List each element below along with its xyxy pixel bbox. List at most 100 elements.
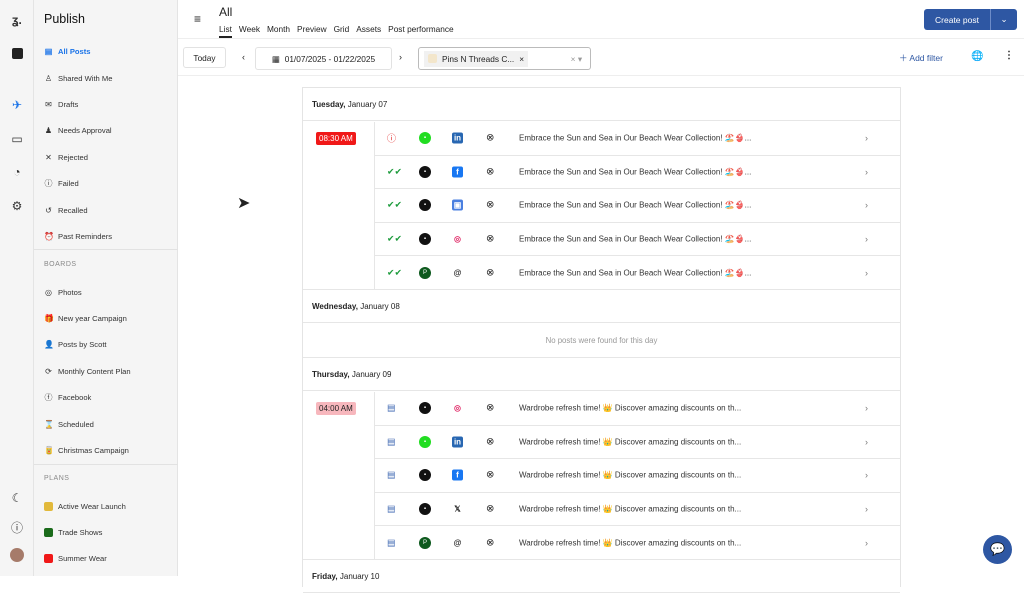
publish-sidebar: Publish ▤All Posts♙Shared With Me✉Drafts… (34, 0, 178, 576)
tab-grid[interactable]: Grid (334, 24, 350, 38)
tab-week[interactable]: Week (239, 24, 260, 38)
post-row[interactable]: ✔✔ P @ ⊗ Embrace the Sun and Sea in Our … (375, 256, 900, 290)
board-icon: 🥫 (44, 446, 53, 455)
chevron-right-icon[interactable]: › (865, 234, 868, 244)
plan-item[interactable]: Trade Shows (44, 525, 102, 539)
tab-month[interactable]: Month (267, 24, 290, 38)
sidebar-item[interactable]: ♙Shared With Me (44, 71, 112, 85)
post-row[interactable]: ✔✔ ▪ f ⊗ Embrace the Sun and Sea in Our … (375, 156, 900, 190)
day-header: Tuesday, January 07 (303, 88, 900, 121)
media-icon: ⊗ (486, 537, 494, 548)
sidebar-item-icon: ⓘ (44, 178, 53, 189)
create-post-label[interactable]: Create post (924, 9, 991, 30)
chevron-right-icon[interactable]: › (865, 538, 868, 548)
board-label: New year Campaign (58, 314, 127, 323)
plan-color-swatch (44, 502, 53, 511)
remove-chip-icon[interactable]: × (519, 54, 524, 64)
add-filter-label[interactable]: Add filter (909, 53, 943, 63)
chevron-right-icon[interactable]: › (865, 470, 868, 480)
globe-icon[interactable]: 🌐 (971, 51, 983, 62)
chat-support-button[interactable]: 💬 (983, 535, 1012, 564)
account-avatar: ▪ (419, 436, 431, 448)
settings-icon[interactable]: ⚙ (9, 198, 25, 214)
sidebar-item[interactable]: ✕Rejected (44, 150, 88, 164)
menu-icon[interactable]: ≡ (194, 12, 201, 26)
chevron-right-icon[interactable]: › (865, 167, 868, 177)
post-text: Wardrobe refresh time! 👑 Discover amazin… (519, 505, 741, 514)
post-row[interactable]: ▤ ▪ in ⊗ Wardrobe refresh time! 👑 Discov… (375, 426, 900, 460)
logo-icon[interactable]: ʓ. (9, 12, 25, 28)
tab-list[interactable]: List (219, 24, 232, 38)
board-item[interactable]: ◎Photos (44, 285, 82, 299)
post-row[interactable]: ▤ ▪ f ⊗ Wardrobe refresh time! 👑 Discove… (375, 459, 900, 493)
sidebar-item[interactable]: ⏰Past Reminders (44, 229, 112, 243)
board-item[interactable]: ⟳Monthly Content Plan (44, 364, 131, 378)
chevron-right-icon[interactable]: › (865, 437, 868, 447)
chevron-right-icon[interactable]: › (865, 268, 868, 278)
plan-label: Active Wear Launch (58, 502, 126, 511)
mouse-cursor-icon: ➤ (237, 193, 250, 213)
tab-post-performance[interactable]: Post performance (388, 24, 453, 38)
page-title: All (219, 5, 232, 19)
chevron-right-icon[interactable]: › (865, 504, 868, 514)
plan-item[interactable]: Active Wear Launch (44, 499, 126, 513)
board-item[interactable]: 🎁 New year Campaign (44, 311, 127, 325)
post-text: Wardrobe refresh time! 👑 Discover amazin… (519, 404, 741, 413)
post-row[interactable]: ▤ P @ ⊗ Wardrobe refresh time! 👑 Discove… (375, 526, 900, 560)
today-button[interactable]: Today (183, 47, 226, 68)
chevron-right-icon[interactable]: › (865, 403, 868, 413)
board-item[interactable]: ⓕFacebook (44, 391, 91, 405)
post-row[interactable]: ▤ ▪ ◎ ⊗ Wardrobe refresh time! 👑 Discove… (375, 392, 900, 426)
divider (34, 464, 178, 465)
sidebar-item[interactable]: ✉Drafts (44, 97, 78, 111)
chevron-right-icon[interactable]: › (865, 133, 868, 143)
dark-mode-icon[interactable]: ☾ (9, 490, 25, 506)
date-range-picker[interactable]: ▦01/07/2025 - 01/22/2025 (255, 47, 392, 70)
next-icon[interactable]: › (399, 52, 402, 62)
pages-icon[interactable] (9, 45, 25, 61)
post-row[interactable]: ✔✔ ▪ ◎ ⊗ Embrace the Sun and Sea in Our … (375, 223, 900, 257)
sidebar-item[interactable]: ⓘFailed (44, 176, 79, 190)
post-row[interactable]: ⓘ ▪ in ⊗ Embrace the Sun and Sea in Our … (375, 122, 900, 156)
published-status-icon: ✔✔ (387, 200, 402, 211)
post-text: Wardrobe refresh time! 👑 Discover amazin… (519, 538, 741, 547)
threads-icon: @ (452, 537, 463, 548)
clear-dropdown-icon[interactable]: × ▾ (571, 54, 582, 64)
board-item[interactable]: ⌛Scheduled (44, 417, 94, 431)
board-item[interactable]: 👤Posts by Scott (44, 338, 107, 352)
chevron-right-icon[interactable]: › (865, 200, 868, 210)
sidebar-item[interactable]: ↺Recalled (44, 203, 88, 217)
help-icon[interactable]: ⓘ (9, 519, 25, 535)
sidebar-item[interactable]: ♟Needs Approval (44, 123, 112, 137)
inbox-icon[interactable]: ▭ (9, 131, 25, 147)
weekday: Thursday, (312, 370, 350, 379)
day-header: Thursday, January 09 (303, 358, 900, 391)
analytics-icon[interactable]: ◔ (9, 164, 25, 180)
more-options-icon[interactable]: ⋮ (1004, 50, 1014, 61)
user-avatar[interactable] (9, 547, 25, 563)
board-label: Posts by Scott (58, 340, 107, 349)
chevron-down-icon[interactable]: ⌄ (991, 14, 1017, 25)
x-icon: 𝕏 (452, 504, 463, 515)
empty-day-message: No posts were found for this day (303, 324, 900, 358)
scheduled-status-icon: ▤ (387, 470, 396, 481)
sidebar-item[interactable]: ▤All Posts (44, 44, 91, 58)
board-icon: 🎁 (44, 314, 53, 323)
publish-icon[interactable]: ✈ (9, 97, 25, 113)
post-row[interactable]: ▤ ▪ 𝕏 ⊗ Wardrobe refresh time! 👑 Discove… (375, 493, 900, 527)
scheduled-status-icon: ▤ (387, 403, 396, 414)
board-label: Scheduled (58, 420, 94, 429)
post-text: Wardrobe refresh time! 👑 Discover amazin… (519, 437, 741, 446)
date-range-text: 01/07/2025 - 01/22/2025 (285, 54, 375, 64)
weekday: Friday, (312, 572, 338, 581)
plan-item[interactable]: Summer Wear (44, 552, 107, 566)
prev-icon[interactable]: ‹ (242, 52, 245, 62)
board-item[interactable]: 🥫Christmas Campaign (44, 443, 129, 457)
create-post-button[interactable]: Create post ⌄ (924, 9, 1017, 30)
post-row[interactable]: ✔✔ ▪ ▣ ⊗ Embrace the Sun and Sea in Our … (375, 189, 900, 223)
media-icon: ⊗ (486, 234, 494, 245)
tab-assets[interactable]: Assets (356, 24, 381, 38)
tab-preview[interactable]: Preview (297, 24, 327, 38)
add-filter-button[interactable]: ＋ Add filter (899, 52, 943, 64)
filter-select[interactable]: Pins N Threads C... × × ▾ (418, 47, 591, 70)
